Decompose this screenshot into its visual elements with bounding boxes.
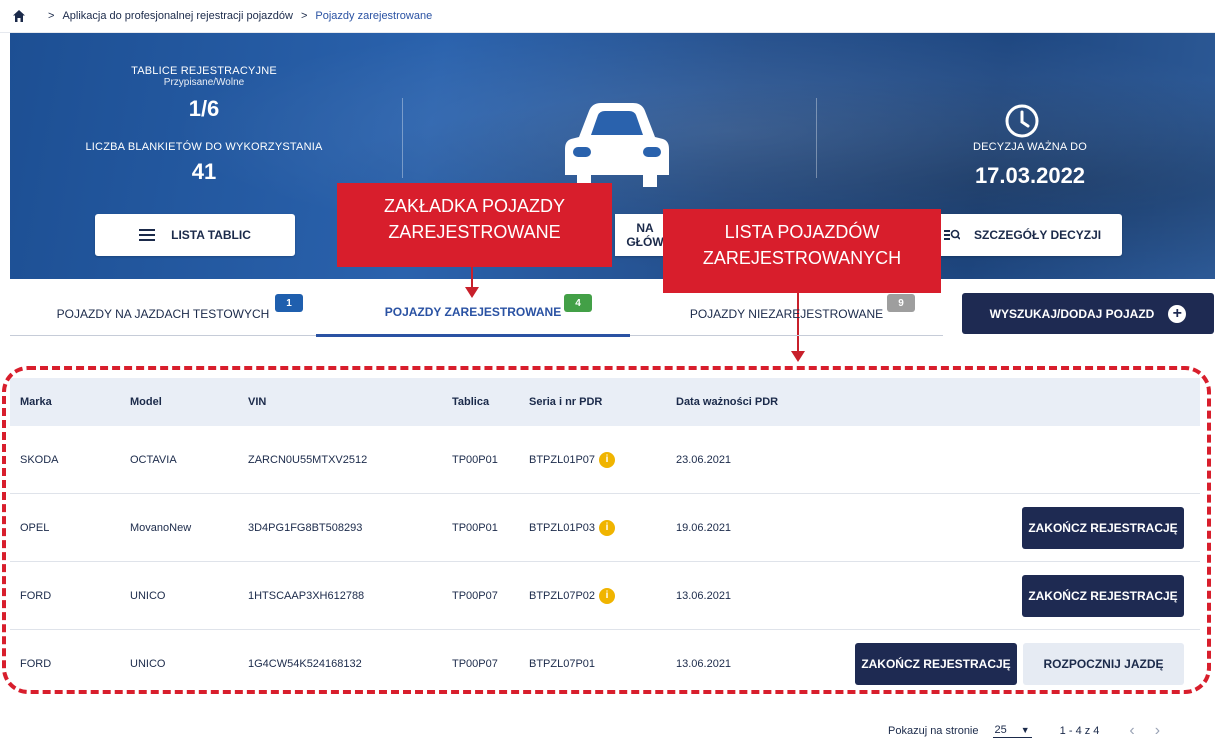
plates-subtitle: Przypisane/Wolne — [163, 77, 245, 88]
column-header[interactable]: Model — [130, 396, 162, 408]
cell-seria: BTPZL01P07 i — [529, 451, 616, 468]
cell-seria-value: BTPZL07P02 — [529, 589, 596, 602]
decision-stat: DECYZJA WAŻNA DO 17.03.2022 — [930, 141, 1130, 189]
column-header[interactable]: Tablica — [452, 396, 489, 408]
cell-data: 13.06.2021 — [676, 658, 732, 670]
cell-data: 23.06.2021 — [676, 453, 732, 466]
cell-model: UNICO — [130, 658, 166, 670]
cell-tablica: TP00P07 — [452, 589, 498, 602]
info-icon[interactable]: i — [599, 451, 616, 468]
table-header: Marka Model VIN Tablica Seria i nr PDR D… — [10, 378, 1200, 426]
list-callout: LISTA POJAZDÓW ZAREJESTROWANYCH — [663, 209, 941, 293]
cell-model: UNICO — [130, 589, 166, 602]
tab-test-drives[interactable]: POJAZDY NA JAZDACH TESTOWYCH — [10, 282, 316, 336]
arrow-head-icon — [791, 351, 805, 362]
finish-registration-button[interactable]: ZAKOŃCZ REJESTRACJĘ — [1022, 574, 1184, 617]
cell-vin: ZARCN0U55MTXV2512 — [248, 453, 368, 466]
clock-icon — [1005, 104, 1039, 138]
cell-marka: FORD — [20, 658, 52, 670]
menu-icon — [139, 229, 156, 241]
chevron-left-icon[interactable]: ‹ — [1129, 722, 1134, 740]
cell-model: MovanoNew — [130, 521, 192, 534]
cell-marka: SKODA — [20, 453, 59, 466]
cell-model: OCTAVIA — [130, 453, 177, 466]
per-page-value: 25 — [994, 724, 1007, 736]
chevron-right-icon: > — [300, 10, 308, 22]
list-callout-line1: LISTA POJAZDÓW — [724, 222, 880, 242]
tab-callout: ZAKŁADKA POJAZDY ZAREJESTROWANE — [337, 183, 612, 267]
cell-data: 13.06.2021 — [676, 589, 732, 602]
cell-seria: BTPZL07P02 i — [529, 587, 616, 604]
list-callout-line2: ZAREJESTROWANYCH — [702, 248, 902, 268]
plates-stat: TABLICE REJESTRACYJNE Przypisane/Wolne 1… — [74, 65, 334, 122]
cell-tablica: TP00P01 — [452, 453, 498, 466]
cell-data: 19.06.2021 — [676, 521, 732, 534]
tab-callout-line2: ZAREJESTROWANE — [388, 222, 561, 242]
tab-count-badge: 9 — [887, 294, 915, 312]
caret-down-icon: ▼ — [1020, 725, 1030, 735]
table-row[interactable]: OPEL MovanoNew 3D4PG1FG8BT508293 TP00P01… — [10, 494, 1200, 562]
breadcrumb: > Aplikacja do profesjonalnej rejestracj… — [0, 0, 1215, 33]
cell-vin: 1G4CW54K524168132 — [248, 658, 362, 670]
tab-count-badge: 1 — [275, 294, 303, 312]
plates-list-button[interactable]: LISTA TABLIC — [95, 214, 295, 256]
info-icon[interactable]: i — [599, 587, 616, 604]
tab-count-badge: 4 — [564, 294, 592, 312]
per-page-select[interactable]: 25 ▼ — [992, 724, 1032, 738]
cell-seria: BTPZL07P01 — [529, 658, 596, 670]
car-icon — [565, 103, 669, 187]
column-header[interactable]: Data ważności PDR — [676, 396, 778, 408]
column-header[interactable]: Marka — [20, 396, 52, 408]
table-row[interactable]: FORD UNICO 1HTSCAAP3XH612788 TP00P07 BTP… — [10, 562, 1200, 630]
home-icon[interactable] — [12, 9, 26, 23]
pagination: Pokazuj na stronie 25 ▼ 1 - 4 z 4 ‹ › — [888, 722, 1160, 740]
vehicle-tabs: POJAZDY NA JAZDACH TESTOWYCH 1 POJAZDY Z… — [10, 282, 943, 337]
cell-seria-value: BTPZL01P03 — [529, 521, 596, 534]
hero-banner: TABLICE REJESTRACYJNE Przypisane/Wolne 1… — [10, 33, 1215, 279]
tab-callout-line1: ZAKŁADKA POJAZDY — [383, 196, 566, 216]
breadcrumb-current: Pojazdy zarejestrowane — [315, 10, 433, 22]
per-page-label: Pokazuj na stronie — [888, 725, 979, 737]
search-list-icon — [944, 229, 960, 241]
search-add-label: WYSZUKAJ/DODAJ POJAZD — [989, 306, 1155, 321]
chevron-right-icon: > — [48, 10, 55, 22]
plus-circle-icon: + — [1168, 304, 1187, 323]
blanks-stat: LICZBA BLANKIETÓW DO WYKORZYSTANIA 41 — [54, 141, 354, 185]
cell-seria-value: BTPZL01P07 — [529, 453, 596, 466]
finish-registration-button[interactable]: ZAKOŃCZ REJESTRACJĘ — [1022, 506, 1184, 549]
tab-label: POJAZDY ZAREJESTROWANE — [384, 305, 562, 319]
start-drive-button[interactable]: ROZPOCZNIJ JAZDĘ — [1023, 643, 1184, 685]
tab-label: POJAZDY NA JAZDACH TESTOWYCH — [56, 307, 270, 321]
breadcrumb-app-link[interactable]: Aplikacja do profesjonalnej rejestracji … — [62, 10, 293, 22]
decision-details-label: SZCZEGÓŁY DECYZJI — [974, 228, 1102, 242]
blanks-value: 41 — [191, 159, 217, 184]
cell-marka: OPEL — [20, 521, 50, 534]
decision-title: DECYZJA WAŻNA DO — [972, 141, 1088, 153]
cell-vin: 1HTSCAAP3XH612788 — [248, 589, 365, 602]
table-row[interactable]: SKODA OCTAVIA ZARCN0U55MTXV2512 TP00P01 … — [10, 426, 1200, 494]
divider — [402, 98, 403, 178]
cell-vin: 3D4PG1FG8BT508293 — [248, 521, 363, 534]
table-row[interactable]: FORD UNICO 1G4CW54K524168132 TP00P07 BTP… — [10, 630, 1200, 698]
plates-list-label: LISTA TABLIC — [171, 228, 251, 242]
search-add-vehicle-button[interactable]: WYSZUKAJ/DODAJ POJAZD + — [962, 293, 1214, 334]
plates-title: TABLICE REJESTRACYJNE — [131, 65, 277, 77]
tab-label: POJAZDY NIEZAREJESTROWANE — [689, 307, 884, 321]
column-header[interactable]: VIN — [248, 396, 266, 408]
finish-registration-button[interactable]: ZAKOŃCZ REJESTRACJĘ — [855, 643, 1017, 685]
info-icon[interactable]: i — [599, 519, 616, 536]
registered-vehicles-table: Marka Model VIN Tablica Seria i nr PDR D… — [10, 378, 1200, 698]
blanks-title: LICZBA BLANKIETÓW DO WYKORZYSTANIA — [85, 141, 323, 153]
cell-marka: FORD — [20, 589, 52, 602]
decision-value: 17.03.2022 — [974, 163, 1086, 188]
column-header[interactable]: Seria i nr PDR — [529, 396, 602, 408]
decision-details-button[interactable]: SZCZEGÓŁY DECYZJI — [938, 214, 1122, 256]
page-range: 1 - 4 z 4 — [1059, 725, 1100, 737]
cell-seria: BTPZL01P03 i — [529, 519, 616, 536]
cell-tablica: TP00P01 — [452, 521, 498, 534]
cell-tablica: TP00P07 — [452, 658, 498, 670]
plates-value: 1/6 — [188, 96, 220, 121]
divider — [816, 98, 817, 178]
chevron-right-icon[interactable]: › — [1155, 722, 1160, 740]
